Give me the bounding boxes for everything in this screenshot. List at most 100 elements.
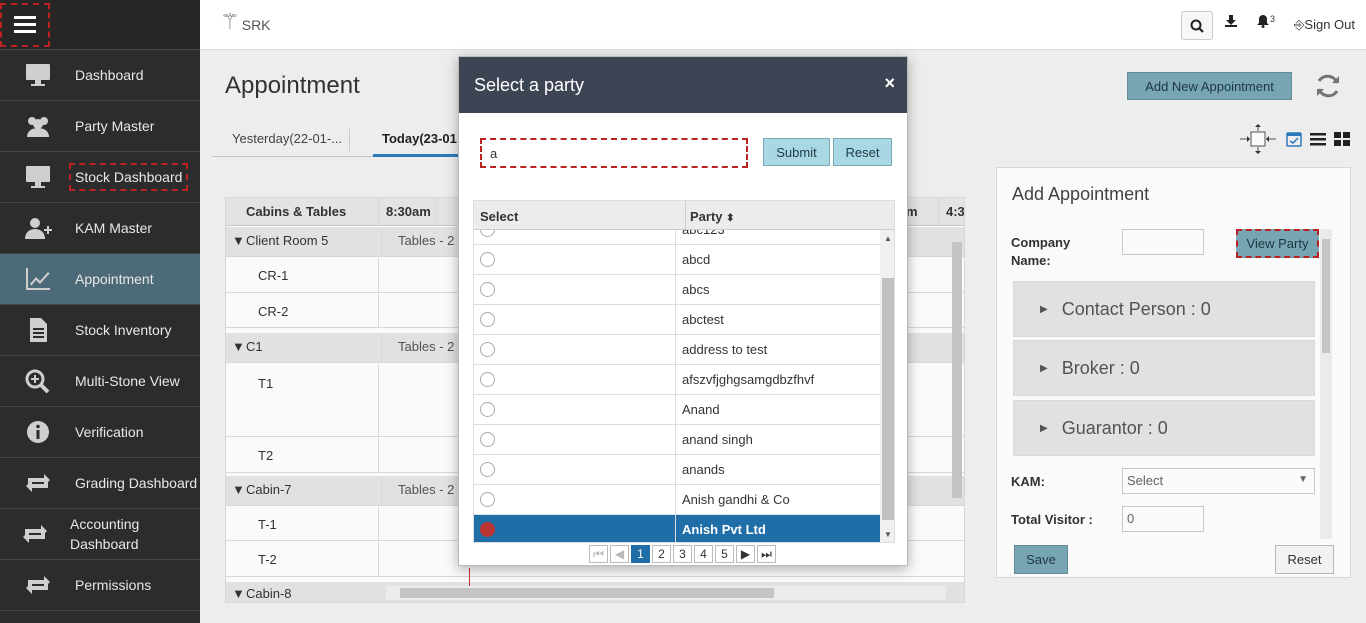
sign-out-button[interactable]: ⎆Sign Out bbox=[1294, 17, 1355, 33]
sign-out-icon: ⎆ bbox=[1294, 17, 1305, 32]
add-user-icon bbox=[0, 215, 75, 241]
sidebar-item-stock-dashboard[interactable]: Stock Dashboard bbox=[0, 152, 200, 203]
bell-icon[interactable]: 3 bbox=[1256, 14, 1275, 31]
pagination: ⏮ ◀ 1 2 3 4 5 ▶ ⏭ bbox=[589, 545, 776, 563]
sidebar-item-dashboard[interactable]: Dashboard bbox=[0, 50, 200, 101]
sidebar-item-label: Permissions bbox=[75, 577, 152, 593]
select-party-modal: Select a party × a Submit Reset Select P… bbox=[458, 56, 908, 566]
sidebar-item-multi-stone-view[interactable]: Multi-Stone View bbox=[0, 356, 200, 407]
sign-out-label: Sign Out bbox=[1304, 17, 1355, 32]
sidebar-item-party-master[interactable]: Party Master bbox=[0, 101, 200, 152]
party-name: address to test bbox=[682, 342, 768, 357]
sidebar-item-label: Appointment bbox=[75, 271, 154, 287]
sidebar-item-label: Party Master bbox=[75, 118, 155, 134]
party-name: Anand bbox=[682, 402, 720, 417]
radio-button[interactable] bbox=[480, 230, 495, 237]
table-row[interactable]: anand singh bbox=[474, 425, 880, 455]
table-row[interactable]: Anish gandhi & Co bbox=[474, 485, 880, 515]
search-icon[interactable] bbox=[1181, 11, 1213, 40]
zoom-in-icon bbox=[0, 368, 75, 394]
sidebar-item-accounting-dashboard[interactable]: Accounting Dashboard bbox=[0, 509, 200, 560]
monitor-icon bbox=[0, 164, 75, 190]
sidebar-item-permissions[interactable]: Permissions bbox=[0, 560, 200, 611]
table-row[interactable]: address to test bbox=[474, 335, 880, 365]
page-number[interactable]: 1 bbox=[631, 545, 650, 563]
radio-button[interactable] bbox=[480, 342, 495, 357]
party-name: abcs bbox=[682, 282, 710, 297]
sidebar-item-label: KAM Master bbox=[75, 220, 153, 236]
party-name: Anish gandhi & Co bbox=[682, 492, 790, 507]
table-row-selected[interactable]: Anish Pvt Ltd bbox=[474, 515, 880, 542]
sidebar-item-label: Accounting Dashboard bbox=[70, 516, 140, 552]
close-icon[interactable]: × bbox=[884, 73, 895, 94]
page-number[interactable]: 5 bbox=[715, 545, 734, 563]
sidebar-item-label: Dashboard bbox=[75, 67, 144, 83]
party-table-scrollbar[interactable]: ▲ ▼ bbox=[880, 230, 894, 542]
document-icon bbox=[0, 317, 75, 343]
scroll-up-icon[interactable]: ▲ bbox=[884, 234, 892, 243]
radio-button[interactable] bbox=[480, 372, 495, 387]
submit-button[interactable]: Submit bbox=[763, 138, 830, 166]
sidebar-item-label: Multi-Stone View bbox=[75, 373, 180, 389]
party-search-input[interactable]: a bbox=[480, 138, 748, 168]
sidebar-item-kam-master[interactable]: KAM Master bbox=[0, 203, 200, 254]
sidebar-item-grading-dashboard[interactable]: Grading Dashboard bbox=[0, 458, 200, 509]
table-row[interactable]: abcd bbox=[474, 245, 880, 275]
top-bar: ⚚ SRK 3 ⎆Sign Out bbox=[200, 0, 1366, 50]
party-table-header: Select Party ⬍ bbox=[474, 201, 894, 230]
party-column-label: Party bbox=[690, 209, 723, 224]
table-row[interactable]: abcs bbox=[474, 275, 880, 305]
last-page-icon[interactable]: ⏭ bbox=[757, 545, 776, 563]
party-name: abc123 bbox=[682, 230, 725, 237]
monitor-icon bbox=[0, 62, 75, 88]
select-column-header: Select bbox=[480, 209, 519, 224]
sidebar-header bbox=[0, 0, 200, 50]
sidebar-item-label: Grading Dashboard bbox=[75, 475, 198, 491]
retweet-icon bbox=[0, 572, 75, 598]
radio-button[interactable] bbox=[480, 282, 495, 297]
page-number[interactable]: 4 bbox=[694, 545, 713, 563]
party-column-header[interactable]: Party ⬍ bbox=[690, 209, 735, 224]
party-table-body: abc123 abcd abcs abctest address to test… bbox=[474, 230, 880, 542]
radio-button[interactable] bbox=[480, 492, 495, 507]
radio-button[interactable] bbox=[480, 462, 495, 477]
table-row[interactable]: anands bbox=[474, 455, 880, 485]
scroll-down-icon[interactable]: ▼ bbox=[884, 530, 892, 539]
radio-button[interactable] bbox=[480, 312, 495, 327]
next-page-icon[interactable]: ▶ bbox=[736, 545, 755, 563]
first-page-icon[interactable]: ⏮ bbox=[589, 545, 608, 563]
party-name: anand singh bbox=[682, 432, 753, 447]
scrollbar-thumb[interactable] bbox=[882, 278, 894, 520]
sidebar-item-appointment[interactable]: Appointment bbox=[0, 254, 200, 305]
sidebar-item-verification[interactable]: Verification bbox=[0, 407, 200, 458]
party-name: abcd bbox=[682, 252, 711, 267]
hamburger-menu-icon[interactable] bbox=[0, 2, 50, 47]
page-number[interactable]: 3 bbox=[673, 545, 692, 563]
radio-button[interactable] bbox=[480, 252, 495, 267]
party-name: afszvfjghgsamgdbzfhvf bbox=[682, 372, 815, 387]
radio-button[interactable] bbox=[480, 402, 495, 417]
retweet-icon bbox=[0, 470, 75, 496]
table-row[interactable]: Anand bbox=[474, 395, 880, 425]
sidebar: Dashboard Party Master Stock Dashboard K… bbox=[0, 0, 200, 623]
radio-button[interactable] bbox=[480, 432, 495, 447]
radio-button[interactable] bbox=[480, 522, 495, 537]
prev-page-icon[interactable]: ◀ bbox=[610, 545, 629, 563]
notification-count: 3 bbox=[1270, 14, 1276, 24]
modal-reset-button[interactable]: Reset bbox=[833, 138, 892, 166]
modal-title: Select a party bbox=[474, 74, 585, 95]
logo-mark: ⚚ bbox=[220, 10, 240, 35]
page-number[interactable]: 2 bbox=[652, 545, 671, 563]
table-row[interactable]: abc123 bbox=[474, 230, 880, 245]
sidebar-item-label: Verification bbox=[75, 424, 144, 440]
party-table: Select Party ⬍ abc123 abcd abcs abctest … bbox=[473, 200, 895, 543]
table-row[interactable]: afszvfjghgsamgdbzfhvf bbox=[474, 365, 880, 395]
line-chart-icon bbox=[0, 266, 75, 292]
table-row[interactable]: abctest bbox=[474, 305, 880, 335]
sidebar-item-stock-inventory[interactable]: Stock Inventory bbox=[0, 305, 200, 356]
logo-text: SRK bbox=[241, 17, 271, 33]
sidebar-item-label: Stock Inventory bbox=[75, 322, 172, 338]
sidebar-item-label: Stock Dashboard bbox=[69, 163, 189, 191]
download-icon[interactable] bbox=[1224, 14, 1238, 31]
info-icon bbox=[0, 419, 75, 445]
